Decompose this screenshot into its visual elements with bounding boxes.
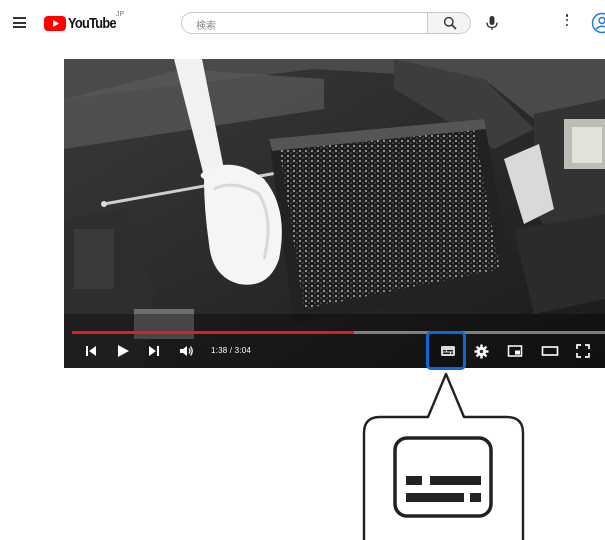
- youtube-logo[interactable]: YouTube JP: [44, 11, 125, 32]
- masthead: YouTube JP 検索: [0, 0, 605, 46]
- logo-region: JP: [116, 11, 125, 18]
- search-icon: [443, 16, 457, 30]
- play-icon[interactable]: [116, 343, 130, 359]
- voice-search-button[interactable]: [482, 13, 502, 33]
- previous-icon[interactable]: [84, 344, 98, 358]
- video-player[interactable]: 1:38 / 3:04: [64, 59, 605, 368]
- search-placeholder: 検索: [196, 21, 216, 32]
- account-icon: [591, 12, 605, 34]
- logo-text: YouTube: [68, 14, 117, 32]
- more-vert-icon[interactable]: [563, 14, 571, 32]
- progress-played: [72, 331, 355, 334]
- search-input[interactable]: 検索: [181, 12, 428, 34]
- account-button[interactable]: [591, 12, 605, 34]
- theater-icon[interactable]: [541, 344, 559, 358]
- subtitles-icon: [393, 436, 493, 518]
- subtitles-callout: [362, 372, 525, 540]
- progress-bar[interactable]: [72, 331, 605, 334]
- mic-icon: [486, 16, 498, 30]
- fullscreen-icon[interactable]: [576, 344, 590, 358]
- time-display: 1:38 / 3:04: [211, 346, 252, 355]
- miniplayer-icon[interactable]: [507, 344, 523, 358]
- subtitles-highlight: [426, 331, 466, 370]
- search-button[interactable]: [427, 12, 471, 34]
- video-frame: [64, 59, 605, 368]
- volume-icon[interactable]: [179, 344, 195, 358]
- youtube-logo-icon: [44, 15, 66, 31]
- settings-icon[interactable]: [474, 344, 489, 359]
- menu-icon[interactable]: [13, 17, 26, 28]
- next-icon[interactable]: [147, 344, 161, 358]
